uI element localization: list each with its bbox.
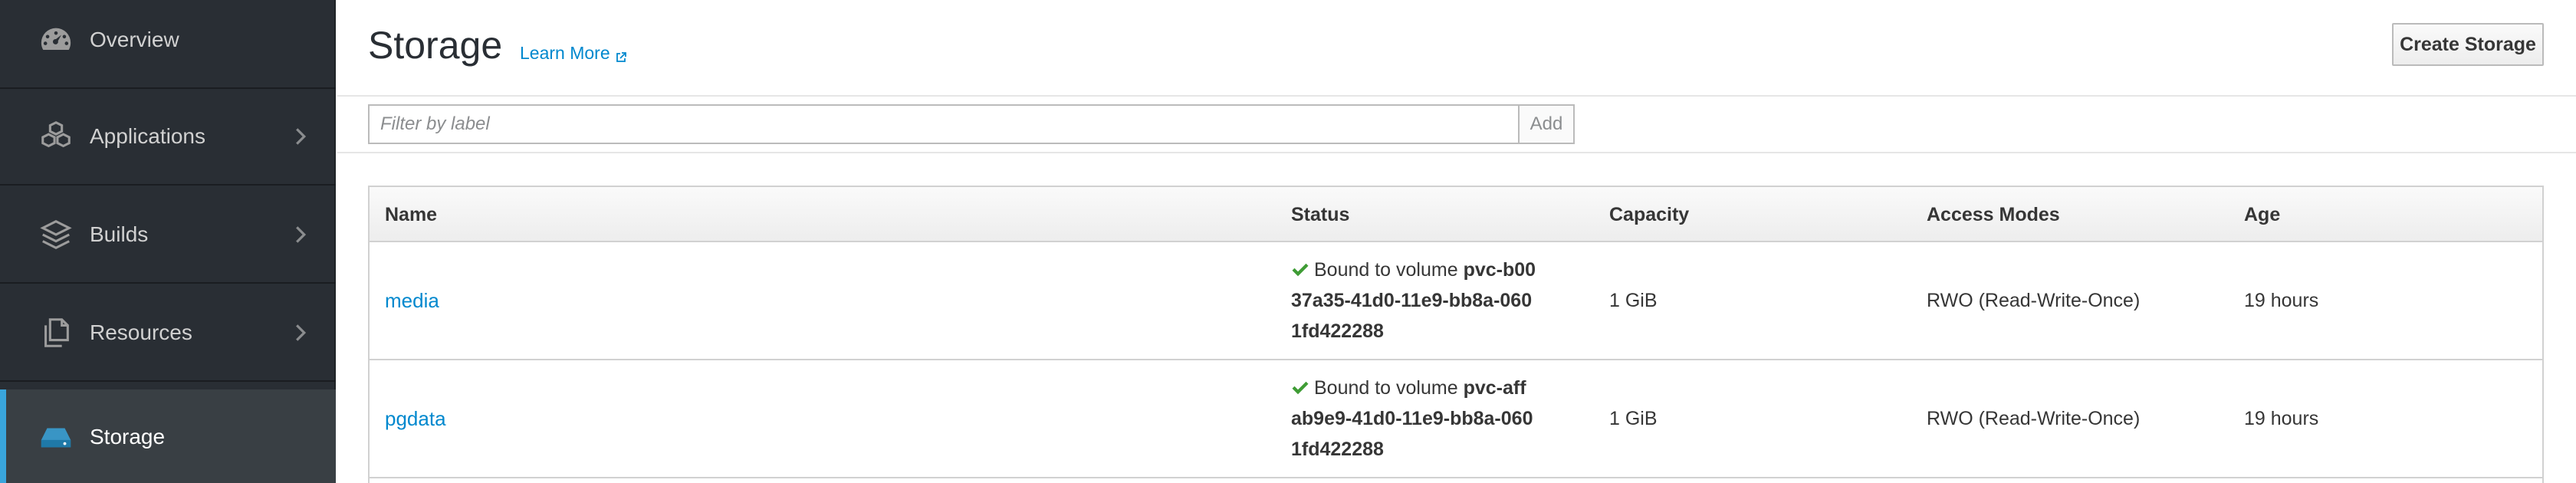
storage-table: Name Status Capacity Access Modes Age me… [368, 186, 2544, 483]
sidebar-item-label: Resources [90, 320, 192, 344]
column-header-age[interactable]: Age [2244, 187, 2280, 242]
name-cell: media [385, 242, 439, 359]
sidebar-item-resources[interactable]: Resources [0, 285, 336, 382]
page-title: Storage [368, 24, 503, 67]
storage-icon [38, 419, 74, 455]
create-storage-button[interactable]: Create Storage [2392, 23, 2544, 66]
table-row [370, 478, 2542, 483]
access-modes-cell: RWO (Read-Write-Once) [1927, 407, 2141, 429]
table-header: Name Status Capacity Access Modes Age [370, 187, 2542, 242]
name-cell: pgdata [385, 360, 446, 477]
access-modes-cell: RWO (Read-Write-Once) [1927, 289, 2141, 311]
table-row: pgdata Bound to volume pvc-affab9e9-41d0… [370, 360, 2542, 478]
dashboard-icon [38, 22, 74, 58]
column-header-name[interactable]: Name [385, 187, 437, 242]
sidebar-item-label: Storage [90, 425, 166, 449]
age-cell: 19 hours [2244, 407, 2319, 429]
check-icon [1291, 256, 1309, 277]
sidebar: Overview Applications Builds Resources S… [0, 0, 336, 483]
learn-more-link[interactable]: Learn More [520, 43, 627, 64]
filter-divider [337, 152, 2576, 153]
status-text: Bound to volume [1314, 377, 1458, 399]
sidebar-item-applications[interactable]: Applications [0, 89, 336, 186]
sidebar-item-overview[interactable]: Overview [0, 0, 336, 89]
status-text: Bound to volume [1314, 259, 1458, 281]
sidebar-item-builds[interactable]: Builds [0, 187, 336, 284]
column-header-status[interactable]: Status [1291, 187, 1349, 242]
chevron-right-icon [294, 225, 307, 245]
chevron-right-icon [294, 127, 307, 146]
add-filter-button[interactable]: Add [1520, 104, 1575, 144]
sidebar-item-label: Builds [90, 222, 149, 246]
table-row: media Bound to volume pvc-b0037a35-41d0-… [370, 242, 2542, 360]
sidebar-item-label: Applications [90, 124, 205, 148]
column-header-capacity[interactable]: Capacity [1609, 187, 1689, 242]
learn-more-label: Learn More [520, 43, 610, 63]
column-header-access-modes[interactable]: Access Modes [1927, 187, 2060, 242]
external-link-icon [615, 48, 627, 62]
status-cell: Bound to volume pvc-b0037a35-41d0-11e9-b… [1291, 242, 1536, 359]
cubes-icon [38, 119, 74, 154]
check-icon [1291, 374, 1309, 395]
files-icon [38, 315, 74, 350]
sidebar-item-label: Overview [90, 28, 179, 51]
age-cell: 19 hours [2244, 289, 2319, 311]
capacity-cell: 1 GiB [1609, 289, 1658, 311]
header-divider [337, 95, 2576, 97]
capacity-cell: 1 GiB [1609, 407, 1658, 429]
chevron-right-icon [294, 323, 307, 343]
status-cell: Bound to volume pvc-affab9e9-41d0-11e9-b… [1291, 360, 1536, 477]
layers-icon [38, 217, 74, 252]
filter-input[interactable] [368, 104, 1520, 144]
pvc-name-link[interactable]: media [385, 289, 439, 313]
sidebar-item-storage[interactable]: Storage [0, 389, 336, 483]
pvc-name-link[interactable]: pgdata [385, 407, 446, 431]
